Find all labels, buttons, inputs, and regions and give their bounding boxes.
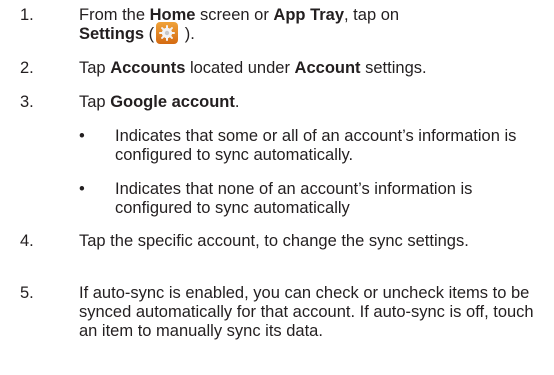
step-text-part: ( [144,25,155,43]
bullet-text: Indicates that some or all of an account… [115,127,517,164]
bullet-text: Indicates that none of an account’s info… [115,180,473,217]
step-number: 3. [20,93,34,111]
step-text-part: Tap [79,93,111,111]
step-text: Tap Google account. [79,93,546,112]
step-number: 4. [20,232,34,250]
step-text: From the Home screen or App Tray, tap on… [79,6,546,45]
step-text-part: screen or [195,6,274,24]
step-number: 5. [20,284,34,302]
app-tray-label: App Tray [273,6,345,24]
step-number: 2. [20,59,34,77]
settings-label: Settings [79,25,145,43]
bullet-mark: • [79,180,85,198]
step-text: Tap the specific account, to change the … [79,232,469,250]
step-text: If auto-sync is enabled, you can check o… [79,284,534,340]
step-text-part: located under [185,59,295,77]
step-number: 1. [20,6,34,24]
step-text-part: settings. [360,59,427,77]
step-text-part: Tap [79,59,111,77]
google-account-label: Google account [110,93,235,111]
account-label: Account [294,59,361,77]
step-text-part: ). [180,25,195,43]
settings-gear-icon [156,22,179,45]
bullet-mark: • [79,127,85,145]
step-text-part: From the [79,6,150,24]
accounts-label: Accounts [110,59,186,77]
step-text-part: , tap on [344,6,400,24]
step-text: Tap Accounts located under Account setti… [79,59,546,78]
step-text-part: . [234,93,240,111]
